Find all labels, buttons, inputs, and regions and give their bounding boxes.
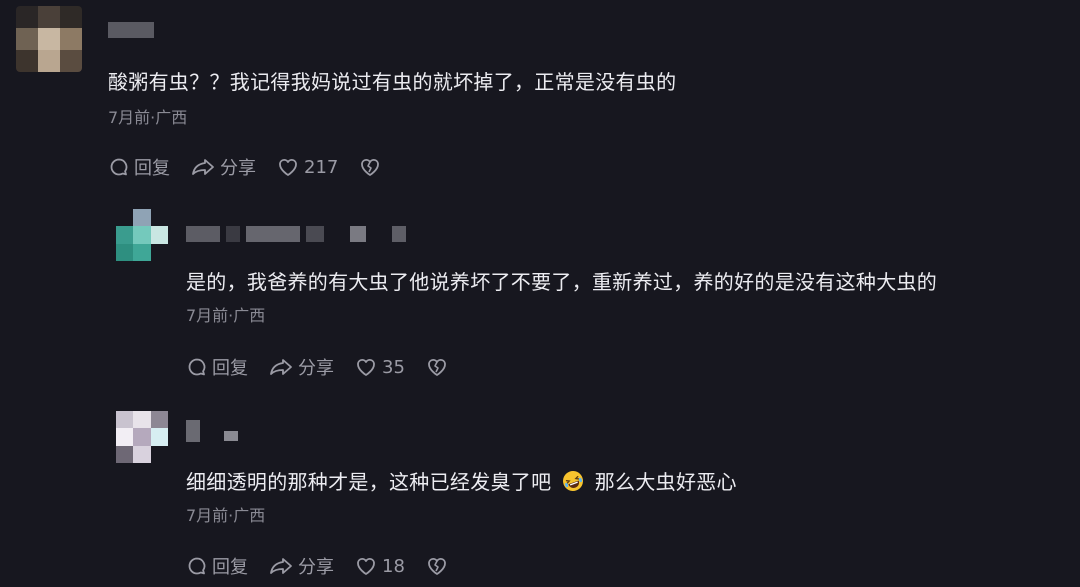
reply-bubble-icon: [188, 557, 206, 575]
dislike-button[interactable]: [425, 555, 449, 577]
laughing-emoji-icon: [563, 471, 584, 491]
comment-actions: 回复 分享 18: [186, 553, 469, 579]
comment-meta: 7月前·广西: [186, 506, 266, 525]
reply-item: 细细透明的那种才是，这种已经发臭了吧 那么大虫好恶心 7月前·广西 回复 分享 …: [0, 0, 1080, 587]
avatar[interactable]: [116, 411, 168, 463]
reply-button[interactable]: 回复: [186, 553, 248, 579]
share-arrow-icon: [270, 558, 292, 574]
share-button[interactable]: 分享: [268, 553, 334, 579]
like-count: 18: [382, 555, 405, 577]
share-label: 分享: [298, 557, 334, 578]
heart-icon: [357, 557, 375, 575]
comment-text-part: 那么大虫好恶心: [594, 470, 737, 494]
broken-heart-icon: [428, 557, 446, 575]
comment-text: 细细透明的那种才是，这种已经发臭了吧 那么大虫好恶心: [186, 466, 737, 495]
like-button[interactable]: 18: [354, 555, 405, 577]
comment-thread: 酸粥有虫？？我记得我妈说过有虫的就坏掉了，正常是没有虫的 7月前·广西 回复 分…: [0, 0, 1080, 587]
reply-label: 回复: [212, 557, 248, 578]
username-blurred[interactable]: [186, 420, 238, 442]
comment-text-part: 细细透明的那种才是，这种已经发臭了吧: [186, 470, 552, 494]
